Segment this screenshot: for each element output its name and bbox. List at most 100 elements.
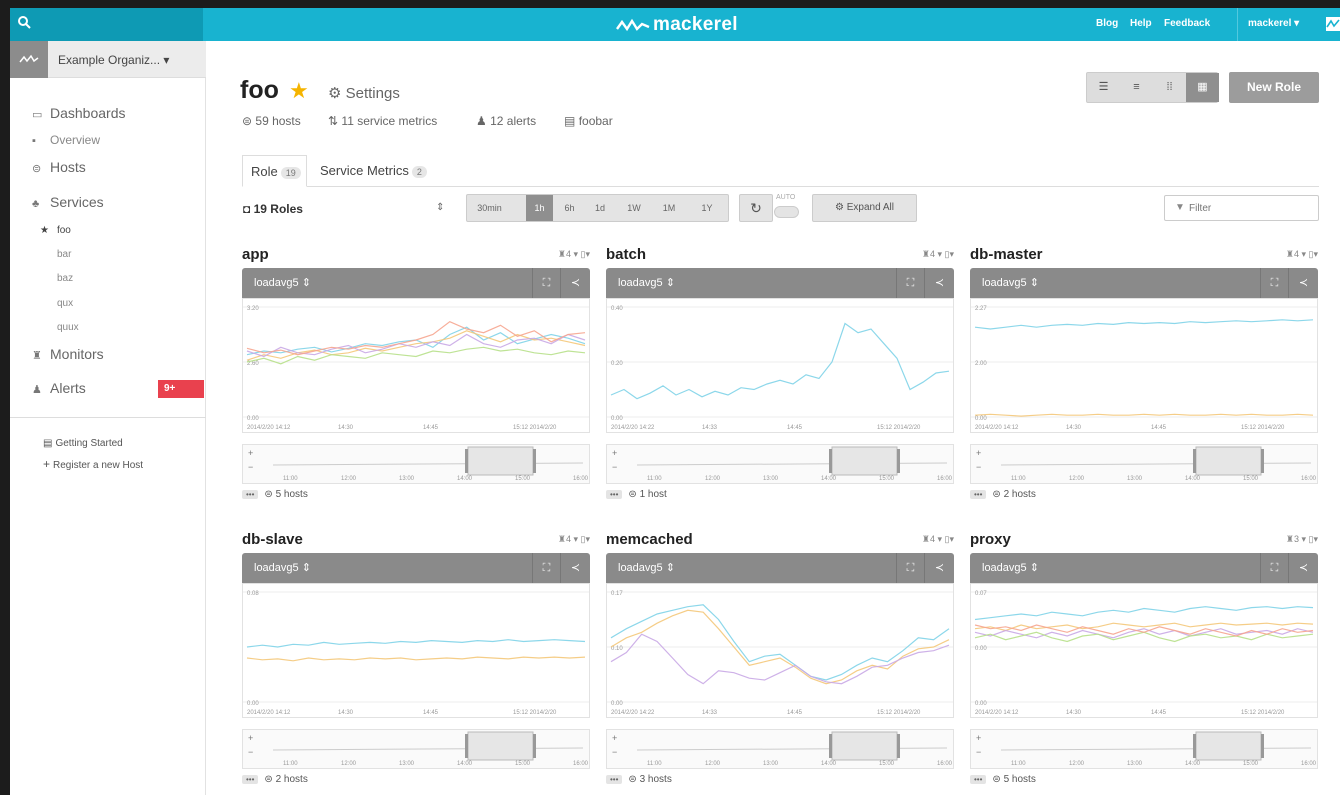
grid-view-button[interactable]: ⁞⁞ [1153,73,1186,102]
memo-stat[interactable]: ▤ foobar [564,114,613,128]
sidebar-item-overview[interactable]: ▪ Overview [32,133,100,147]
range-navigator[interactable]: + − 11:00 12:00 13:00 14:00 15:00 16:00 [970,444,1318,484]
sidebar-item-monitors[interactable]: ♜ Monitors [32,346,104,362]
sidebar-service-bar[interactable]: bar [57,249,71,260]
role-title[interactable]: memcached [606,531,693,548]
favorite-star-icon[interactable]: ★ [289,78,309,104]
expand-graph-icon[interactable]: ⛶ [896,553,924,583]
range-1m[interactable]: 1M [654,195,684,221]
range-navigator[interactable]: + − 11:00 12:00 13:00 14:00 15:00 16:00 [242,729,590,769]
more-button[interactable]: ••• [970,490,987,499]
panel-controls[interactable]: ♜3 ▾ ▯▾ [1286,534,1318,545]
expand-all-button[interactable]: ⚙ Expand All [812,194,917,222]
panel-controls[interactable]: ♜4 ▾ ▯▾ [558,249,590,260]
expand-graph-icon[interactable]: ⛶ [532,268,560,298]
panel-menu-icon[interactable]: ▾ ▯▾ [935,534,955,544]
tab-role[interactable]: Role 19 [242,155,307,187]
share-icon[interactable]: ≺ [560,268,590,298]
compact-list-view-button[interactable]: ≡ [1120,73,1153,102]
sidebar-service-qux[interactable]: qux [57,298,73,309]
range-navigator[interactable]: + − 11:00 12:00 13:00 14:00 15:00 16:00 [242,444,590,484]
role-title[interactable]: batch [606,246,646,263]
panel-controls[interactable]: ♜4 ▾ ▯▾ [558,534,590,545]
expand-graph-icon[interactable]: ⛶ [896,268,924,298]
hosts-stat[interactable]: ⊜ 59 hosts [242,114,301,128]
role-title[interactable]: db-slave [242,531,303,548]
alerts-stat[interactable]: ♟ 12 alerts [476,114,536,128]
filter-input[interactable] [1189,200,1309,216]
host-count-link[interactable]: 2 hosts [276,774,308,785]
user-menu[interactable]: mackerel ▾ [1248,18,1299,29]
range-navigator[interactable]: + − 11:00 12:00 13:00 14:00 15:00 16:00 [970,729,1318,769]
expand-graph-icon[interactable]: ⛶ [1260,268,1288,298]
new-role-button[interactable]: New Role [1229,72,1319,103]
host-count-link[interactable]: 5 hosts [276,489,308,500]
register-host-link[interactable]: + Register a new Host [43,457,143,471]
panel-menu-icon[interactable]: ▾ ▯▾ [571,249,591,259]
expand-graph-icon[interactable]: ⛶ [1260,553,1288,583]
roles-count[interactable]: ◘ 19 Roles [243,202,303,216]
share-icon[interactable]: ≺ [560,553,590,583]
tile-view-button[interactable]: ▦ [1186,73,1219,102]
metric-select[interactable]: loadavg5 ⇕ [618,561,675,574]
search-button[interactable] [10,8,203,41]
help-link[interactable]: Help [1130,18,1152,29]
metric-select[interactable]: loadavg5 ⇕ [254,276,311,289]
metric-select[interactable]: loadavg5 ⇕ [618,276,675,289]
auto-refresh-toggle[interactable] [774,206,799,218]
blog-link[interactable]: Blog [1096,18,1118,29]
share-icon[interactable]: ≺ [1288,268,1318,298]
more-button[interactable]: ••• [606,775,623,784]
host-count-link[interactable]: 3 hosts [640,774,672,785]
more-button[interactable]: ••• [242,775,259,784]
range-navigator[interactable]: + − 11:00 12:00 13:00 14:00 15:00 16:00 [606,444,954,484]
metric-select[interactable]: loadavg5 ⇕ [982,561,1039,574]
share-icon[interactable]: ≺ [924,553,954,583]
feedback-link[interactable]: Feedback [1164,18,1210,29]
metric-select[interactable]: loadavg5 ⇕ [254,561,311,574]
range-1h[interactable]: 1h [526,195,553,221]
panel-menu-icon[interactable]: ▾ ▯▾ [571,534,591,544]
panel-controls[interactable]: ♜4 ▾ ▯▾ [922,534,954,545]
sidebar-service-baz[interactable]: baz [57,273,73,284]
range-1y[interactable]: 1Y [684,195,730,221]
more-button[interactable]: ••• [242,490,259,499]
alert-count-badge[interactable]: 9+ [158,380,204,398]
sidebar-item-alerts[interactable]: ♟ Alerts [32,380,86,396]
role-title[interactable]: app [242,246,269,263]
range-6h[interactable]: 6h [553,195,586,221]
role-title[interactable]: db-master [970,246,1043,263]
roles-sort-select-icon[interactable]: ⇕ [436,202,444,213]
list-view-button[interactable]: ☰ [1087,73,1120,102]
sidebar-item-hosts[interactable]: ⊜ Hosts [32,159,86,175]
role-title[interactable]: proxy [970,531,1011,548]
user-avatar[interactable] [1326,17,1340,31]
range-1d[interactable]: 1d [586,195,614,221]
sidebar-item-services[interactable]: ♣ Services [32,194,104,210]
refresh-button[interactable]: ↻ [739,194,773,222]
filter-field[interactable]: ▼ [1164,195,1319,221]
expand-graph-icon[interactable]: ⛶ [532,553,560,583]
share-icon[interactable]: ≺ [924,268,954,298]
sidebar-service-foo[interactable]: ★ foo [40,225,71,236]
sidebar-item-dashboards[interactable]: ▭ Dashboards [32,105,126,121]
org-selector[interactable]: Example Organiz... ▾ [10,41,206,78]
mackerel-logo[interactable]: mackerel [616,14,738,36]
panel-controls[interactable]: ♜4 ▾ ▯▾ [1286,249,1318,260]
more-button[interactable]: ••• [606,490,623,499]
panel-controls[interactable]: ♜4 ▾ ▯▾ [922,249,954,260]
host-count-link[interactable]: 5 hosts [1004,774,1036,785]
metric-select[interactable]: loadavg5 ⇕ [982,276,1039,289]
range-navigator[interactable]: + − 11:00 12:00 13:00 14:00 15:00 16:00 [606,729,954,769]
range-30min[interactable]: 30min [467,195,512,221]
settings-link[interactable]: ⚙ Settings [328,84,400,102]
sidebar-service-quux[interactable]: quux [57,322,79,333]
tab-service-metrics[interactable]: Service Metrics 2 [320,163,427,178]
share-icon[interactable]: ≺ [1288,553,1318,583]
panel-menu-icon[interactable]: ▾ ▯▾ [1299,249,1319,259]
panel-menu-icon[interactable]: ▾ ▯▾ [935,249,955,259]
host-count-link[interactable]: 2 hosts [1004,489,1036,500]
service-metrics-stat[interactable]: ⇅ 11 service metrics [328,114,437,128]
host-count-link[interactable]: 1 host [640,489,667,500]
range-1w[interactable]: 1W [614,195,654,221]
